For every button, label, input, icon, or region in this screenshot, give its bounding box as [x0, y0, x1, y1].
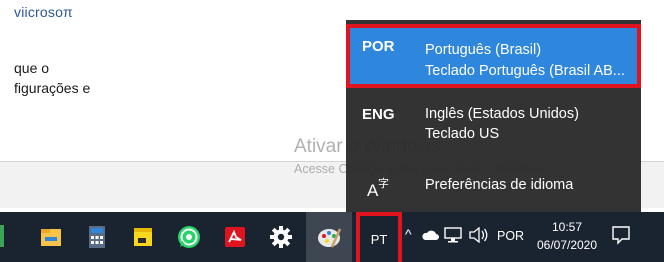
- language-option-english[interactable]: ENG Inglês (Estados Unidos) Teclado US: [346, 92, 641, 148]
- taskbar: PT ^ POR 10:57 06/07/2020: [0, 212, 664, 262]
- document-text-line: que o: [14, 60, 50, 76]
- language-preferences-link[interactable]: A 字 Preferências de idioma: [346, 170, 641, 204]
- language-settings-icon: A 字: [366, 176, 390, 200]
- clock-date: 06/07/2020: [536, 238, 598, 252]
- sticky-notes-icon[interactable]: [120, 212, 166, 262]
- document-heading-fragment: viicrosoπ: [14, 4, 73, 20]
- tray-language-indicator[interactable]: POR: [497, 229, 524, 243]
- input-method-indicator[interactable]: PT: [356, 212, 402, 262]
- paint-icon[interactable]: [306, 212, 352, 262]
- language-name: Português (Brasil): [425, 42, 542, 58]
- network-icon[interactable]: [444, 227, 462, 246]
- keyboard-layout-name: Teclado Português (Brasil AB...: [425, 63, 625, 79]
- calculator-icon[interactable]: [74, 212, 120, 262]
- svg-text:字: 字: [378, 176, 389, 190]
- language-option-portuguese[interactable]: POR Português (Brasil) Teclado Português…: [346, 24, 641, 88]
- language-code: POR: [362, 38, 395, 55]
- language-preferences-label: Preferências de idioma: [425, 177, 574, 193]
- document-text-line: figurações e: [14, 80, 91, 96]
- settings-icon[interactable]: [258, 212, 304, 262]
- language-flyout: POR Português (Brasil) Teclado Português…: [346, 20, 641, 212]
- clock-time: 10:57: [551, 220, 583, 234]
- keyboard-layout-name: Teclado US: [425, 126, 500, 142]
- show-hidden-icons-chevron-icon[interactable]: ^: [405, 226, 412, 242]
- volume-icon[interactable]: [469, 226, 489, 246]
- acrobat-reader-icon[interactable]: [212, 212, 258, 262]
- language-code: ENG: [362, 106, 395, 123]
- file-explorer-icon[interactable]: [28, 212, 74, 262]
- desktop-screen: viicrosoπ que o figurações e Ativar o Wi…: [0, 0, 664, 262]
- onedrive-cloud-icon[interactable]: [421, 228, 439, 244]
- taskbar-app-edge: [0, 225, 4, 247]
- action-center-icon[interactable]: [610, 224, 632, 246]
- whatsapp-icon[interactable]: [166, 212, 212, 262]
- language-name: Inglês (Estados Unidos): [425, 106, 579, 122]
